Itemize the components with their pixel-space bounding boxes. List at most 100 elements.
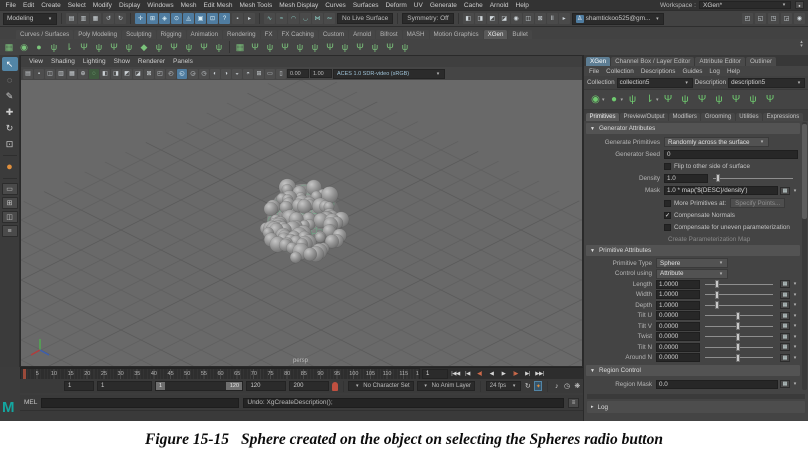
ig-sculpt-icon[interactable]: Ψ xyxy=(248,41,262,54)
generate-primitives-dropdown[interactable]: Randomly across the surface ▾ xyxy=(664,137,769,147)
mask-expression-field[interactable]: 1.0 * map('${DESC}/density') xyxy=(664,186,778,195)
groom-preset-icon[interactable]: ψ xyxy=(182,41,196,54)
map-button[interactable]: ▦ xyxy=(780,301,790,309)
xgen-update-preview-icon[interactable]: ● ▾ xyxy=(607,92,624,107)
exposure-icon[interactable]: ◒ xyxy=(232,69,242,79)
move-description-icon[interactable]: Ψ xyxy=(729,92,744,107)
xgen-menu-item[interactable]: Help xyxy=(727,68,740,75)
menu-item[interactable]: Generate xyxy=(426,2,460,9)
slider-track[interactable] xyxy=(705,343,773,352)
density-slider[interactable] xyxy=(713,174,793,183)
gamma-icon[interactable]: ◓ xyxy=(243,69,253,79)
xray-joints-icon[interactable]: ◑ xyxy=(221,69,231,79)
xgen-menu-item[interactable]: Log xyxy=(709,68,720,75)
map-button[interactable]: ▦ xyxy=(780,354,790,362)
film-gate-icon[interactable]: ▭ xyxy=(265,69,275,79)
redo-icon[interactable]: ↻ xyxy=(115,13,126,24)
expand-arrow-icon[interactable]: ▸ xyxy=(591,404,594,410)
menu-item[interactable]: Edit xyxy=(19,2,37,9)
ig-bake-icon[interactable]: ψ xyxy=(368,41,382,54)
layout-single-pane[interactable]: ▭ xyxy=(2,183,18,195)
menu-item[interactable]: Help xyxy=(512,2,532,9)
slider-value-field[interactable]: 0.0000 xyxy=(656,332,700,341)
export-selection-icon[interactable]: Ψ xyxy=(77,41,91,54)
menu-item[interactable]: UV xyxy=(410,2,426,9)
region-control-header[interactable]: ▼ Region Control xyxy=(586,365,800,376)
motion-blur-icon[interactable]: ◴ xyxy=(166,69,176,79)
step-back-key-button[interactable]: ◀| xyxy=(474,369,485,379)
panel-tab[interactable]: Attribute Editor xyxy=(695,57,745,66)
ig-freeze-icon[interactable]: Ψ xyxy=(323,41,337,54)
panel-menu-item[interactable]: Show xyxy=(110,58,134,65)
exposure-field[interactable]: 0.00 xyxy=(287,69,309,78)
pause-icon[interactable]: II xyxy=(547,13,558,24)
shelf-tab[interactable]: FX Caching xyxy=(278,30,318,39)
workspace-dropdown[interactable]: XGen* ▾ xyxy=(699,1,791,9)
horizontal-scrollbar[interactable] xyxy=(587,394,805,399)
shelf-scroll-widget[interactable]: ▴▾ xyxy=(797,40,806,54)
hypershade-icon[interactable]: ◉ xyxy=(511,13,522,24)
xgen-subtab[interactable]: Preview/Output xyxy=(620,113,668,121)
channel-box-icon[interactable]: ◳ xyxy=(768,13,779,24)
menu-item[interactable]: Display xyxy=(115,2,143,9)
map-button[interactable]: ▦ xyxy=(780,280,790,288)
shelf-tab[interactable]: Bullet xyxy=(508,30,531,39)
xgen-preview-toggle-icon[interactable]: ◉ ▾ xyxy=(588,92,605,107)
screen-space-ao-icon[interactable]: ◰ xyxy=(155,69,165,79)
description-tool-icon[interactable]: ψ xyxy=(212,41,226,54)
specify-points-button[interactable]: Specify Points... xyxy=(730,198,785,208)
save-scene-icon[interactable]: ▦ xyxy=(90,13,101,24)
light-editor-icon[interactable]: ⊠ xyxy=(535,13,546,24)
snap-view-plane-icon[interactable]: ▣ xyxy=(195,13,206,24)
ig-mesh-icon[interactable]: Ψ xyxy=(383,41,397,54)
2d-pan-zoom-icon[interactable]: ⊕ xyxy=(78,69,88,79)
character-set-icon[interactable] xyxy=(332,382,337,391)
map-button[interactable]: ▦ xyxy=(780,333,790,341)
xgen-subtab[interactable]: Grooming xyxy=(701,113,734,121)
slider-value-field[interactable]: 0.0000 xyxy=(656,343,700,352)
xgen-menu-item[interactable]: File xyxy=(589,68,599,75)
shaded-icon[interactable]: ◨ xyxy=(111,69,121,79)
textured-icon[interactable]: ◩ xyxy=(122,69,132,79)
undo-icon[interactable]: ↺ xyxy=(103,13,114,24)
input-operations-icon[interactable]: ∿ xyxy=(264,13,275,24)
ig-modifier-icon[interactable]: ψ xyxy=(263,41,277,54)
go-to-end-button[interactable]: ▶▶| xyxy=(534,369,545,379)
ig-noise-icon[interactable]: ψ xyxy=(308,41,322,54)
wireframe-icon[interactable]: ◧ xyxy=(100,69,110,79)
colorspace-dropdown[interactable]: ACES 1.0 SDR-video (sRGB) ▾ xyxy=(333,69,445,79)
copy-description-icon[interactable]: ψ xyxy=(678,92,693,107)
current-time-marker[interactable] xyxy=(23,369,26,379)
description-dropdown[interactable]: description5 ▾ xyxy=(728,78,805,88)
slider-options-arrow[interactable]: ▾ xyxy=(792,355,798,361)
collapse-arrow-icon[interactable]: ▼ xyxy=(590,126,595,132)
shelf-tab[interactable]: Motion Graphics xyxy=(430,30,483,39)
panel-menu-item[interactable]: View xyxy=(25,58,47,65)
create-new-description-icon[interactable]: ψ xyxy=(625,92,640,107)
slider-value-field[interactable]: 1.0000 xyxy=(656,290,700,299)
map-button[interactable]: ▦ xyxy=(780,343,790,351)
slider-track[interactable] xyxy=(705,322,773,331)
ig-cut-icon[interactable]: ψ xyxy=(293,41,307,54)
command-input[interactable] xyxy=(41,398,239,408)
convert-to-polygons-icon[interactable]: ψ xyxy=(122,41,136,54)
animation-end-field[interactable]: 200 xyxy=(289,381,329,391)
slider-options-arrow[interactable]: ▾ xyxy=(792,323,798,329)
region-map-field[interactable]: ${DESC}/Regions/ xyxy=(656,393,754,394)
map-button[interactable]: ▦ xyxy=(780,291,790,299)
range-end-handle[interactable]: 120 xyxy=(226,382,242,390)
shelf-tab[interactable]: Bifrost xyxy=(376,30,402,39)
toggle-guides-icon[interactable]: ψ xyxy=(746,92,761,107)
bookmarks-icon[interactable]: ▥ xyxy=(56,69,66,79)
shelf-tab[interactable]: Sculpting xyxy=(122,30,155,39)
ig-convert-icon[interactable]: Ψ xyxy=(353,41,367,54)
ig-cache-icon[interactable]: ψ xyxy=(398,41,412,54)
menu-item[interactable]: Arnold xyxy=(486,2,512,9)
snap-curve-icon[interactable]: ◈ xyxy=(159,13,170,24)
slider-track[interactable] xyxy=(705,301,773,310)
make-live-icon[interactable]: ⊡ xyxy=(207,13,218,24)
shelf-tab[interactable]: FX xyxy=(261,30,277,39)
shelf-tab[interactable]: Rigging xyxy=(157,30,186,39)
menu-item[interactable]: Select xyxy=(64,2,89,9)
image-plane-icon[interactable]: ▦ xyxy=(67,69,77,79)
